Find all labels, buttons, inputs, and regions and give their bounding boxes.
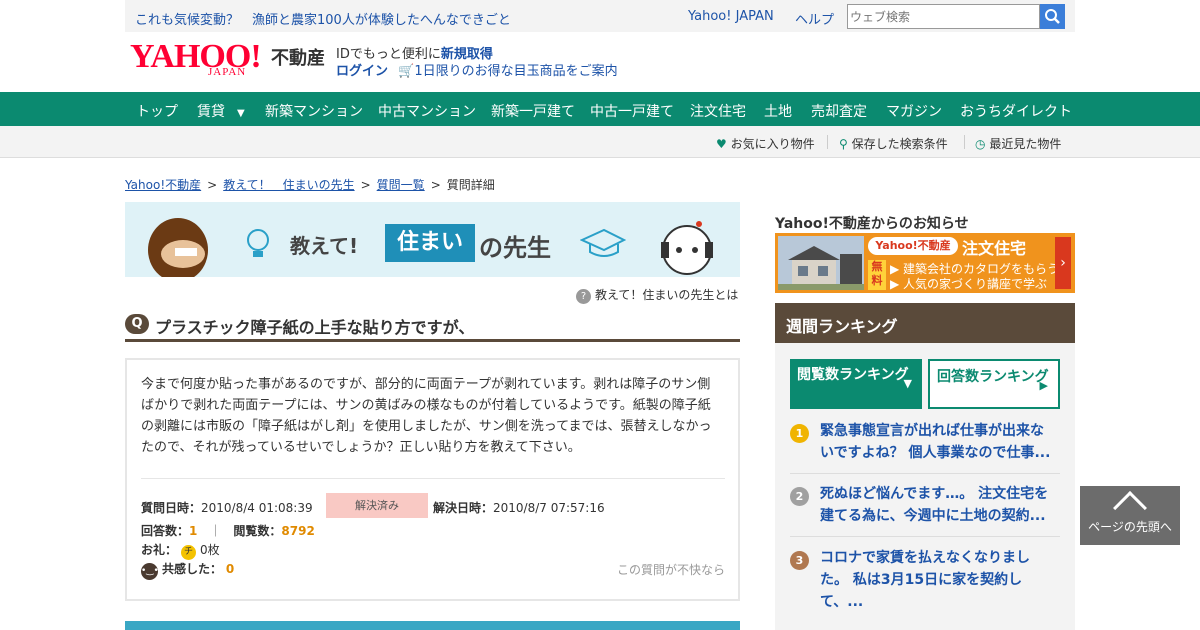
nav-ouchi-direct[interactable]: おうちダイレクト	[960, 101, 1072, 121]
coin-icon: チ	[181, 545, 197, 560]
yahoo-logo[interactable]: YAHOO! JAPAN	[130, 38, 266, 80]
service-name: 不動産	[271, 48, 325, 69]
graduation-cap-icon	[580, 228, 626, 257]
sub-nav: ♥ お気に入り物件 ⚲ 保存した検索条件 ◷ 最近見た物件	[0, 126, 1200, 158]
nav-top[interactable]: トップ	[136, 101, 178, 121]
tab-answer-ranking[interactable]: 回答数ランキング ▶	[928, 359, 1060, 409]
status-badge: 解決済み	[326, 493, 428, 518]
free-badge: 無料	[868, 260, 886, 290]
asked-date: 質問日時：2010/8/4 01:08:39	[141, 501, 313, 515]
ad-pill: Yahoo!不動産	[868, 237, 958, 255]
bulb-icon	[247, 229, 269, 257]
climate-link[interactable]: これも気候変動？	[135, 9, 239, 28]
news-title: Yahoo!不動産からのお知らせ	[775, 216, 969, 232]
heart-icon: ♥	[716, 137, 727, 151]
promo-link[interactable]: 🛒1日限りのお得な目玉商品をご案内	[398, 64, 617, 79]
search-save-icon: ⚲	[839, 137, 848, 151]
ranking-item-text[interactable]: 緊急事態宣言が出れば仕事が出来ないですよね？ 個人事業なので仕事...	[820, 420, 1055, 464]
nav-custom-house[interactable]: 注文住宅	[690, 101, 746, 121]
crumb-home[interactable]: Yahoo!不動産	[125, 178, 201, 192]
robot-mascot-icon	[661, 221, 713, 275]
fishermen-link[interactable]: 漁師と農家100人が体験したへんなできごと	[252, 9, 511, 28]
crumb-list[interactable]: 質問一覧	[377, 178, 425, 192]
yahoo-japan-link[interactable]: Yahoo! JAPAN	[688, 9, 774, 24]
caret-down-icon: ▼	[903, 377, 912, 390]
cart-icon: 🛒	[398, 64, 415, 79]
nav-used-house[interactable]: 中古一戸建て	[590, 101, 674, 121]
ranking-panel: 閲覧数ランキング ▼ 回答数ランキング ▶ 1 緊急事態宣言が出れば仕事が出来ないで…	[775, 343, 1075, 630]
back-to-top-button[interactable]: ページの先頭へ	[1080, 486, 1180, 545]
fav-link[interactable]: ♥ お気に入り物件	[716, 135, 815, 152]
search-icon	[1045, 9, 1060, 24]
nav-magazine[interactable]: マガジン	[886, 101, 942, 121]
empathy[interactable]: •‿• 共感した： 0	[141, 560, 234, 580]
help-link[interactable]: ヘルプ	[795, 9, 834, 28]
saved-search-link[interactable]: ⚲ 保存した検索条件	[839, 135, 948, 152]
nav-rent[interactable]: 賃貸 ▼	[197, 101, 245, 121]
question-title: Q プラスチック障子紙の上手な貼り方ですが、	[125, 312, 740, 342]
report-link[interactable]: この質問が不快なら	[617, 561, 725, 578]
monkey-mascot-icon	[148, 218, 208, 277]
recent-link[interactable]: ◷ 最近見た物件	[975, 135, 1061, 152]
tab-view-ranking[interactable]: 閲覧数ランキング ▼	[790, 359, 922, 409]
banner-house: 住まい	[385, 224, 475, 262]
sensei-banner[interactable]: 教えて! 住まい の先生	[125, 202, 740, 277]
top-utility-bar: これも気候変動？ 漁師と農家100人が体験したへんなできごと Yahoo! JA…	[125, 0, 1075, 32]
rank-number: 2	[790, 487, 809, 506]
ad-line-2: ▶ 人気の家づくり講座で学ぶ	[890, 277, 1048, 291]
banner-text-2: の先生	[479, 234, 551, 262]
reward: お礼：チ 0枚	[141, 541, 220, 560]
question-body: 今まで何度か貼った事があるのですが、部分的に両面テープが剥れています。剥れは障子…	[141, 377, 712, 455]
q-badge: Q	[125, 314, 149, 334]
face-icon: •‿•	[141, 563, 159, 580]
nav-land[interactable]: 土地	[764, 101, 792, 121]
answer-section-bar	[125, 621, 740, 630]
ad-heading: 注文住宅	[962, 239, 1027, 258]
crumb-current: 質問詳細	[446, 178, 495, 192]
nav-new-mansion[interactable]: 新築マンション	[265, 101, 363, 121]
help-icon: ?	[576, 289, 591, 304]
nav-new-house[interactable]: 新築一戸建て	[491, 101, 575, 121]
web-search-input[interactable]	[847, 4, 1040, 29]
banner-text-1: 教えて!	[290, 234, 359, 258]
ranking-item-text[interactable]: 死ぬほど悩んでます…。 注文住宅を建てる為に、今週中に土地の契約...	[820, 483, 1055, 527]
nav-sale-assessment[interactable]: 売却査定	[811, 101, 867, 121]
breadcrumb: Yahoo!不動産 > 教えて！ 住まいの先生 > 質問一覧 > 質問詳細	[125, 178, 495, 192]
ranking-title: 週間ランキング	[775, 303, 1075, 343]
question-box: 今まで何度か貼った事があるのですが、部分的に両面テープが剥れています。剥れは障子…	[125, 358, 740, 601]
solved-date: 解決日時：2010/8/7 07:57:16	[433, 501, 605, 515]
custom-house-ad[interactable]: Yahoo!不動産 注文住宅 無料 ▶ 建築会社のカタログをもらう ▶ 人気の家…	[775, 233, 1075, 293]
ranking-item-text[interactable]: コロナで家賃を払えなくなりました。 私は3月15日に家を契約して、...	[820, 547, 1055, 613]
dropdown-icon: ▼	[237, 108, 245, 119]
nav-used-mansion[interactable]: 中古マンション	[378, 101, 476, 121]
answer-view-counts: 回答数：1 ｜閲覧数：8792	[141, 524, 315, 538]
rank-number: 1	[790, 424, 809, 443]
clock-icon: ◷	[975, 137, 986, 151]
chevron-right-icon: ›	[1055, 237, 1071, 289]
question-title-text: プラスチック障子紙の上手な貼り方ですが、	[155, 318, 475, 337]
about-sensei-link[interactable]: ? 教えて！住まいの先生とは	[576, 286, 738, 304]
caret-right-icon: ▶	[1039, 379, 1048, 392]
global-nav: トップ 賃貸 ▼ 新築マンション 中古マンション 新築一戸建て 中古一戸建て 注文…	[0, 92, 1200, 126]
house-image	[778, 236, 864, 290]
rank-number: 3	[790, 551, 809, 570]
login-line: ログイン 🛒1日限りのお得な目玉商品をご案内	[336, 60, 618, 79]
search-button[interactable]	[1040, 4, 1065, 29]
crumb-sensei[interactable]: 教えて！ 住まいの先生	[223, 178, 354, 192]
login-link[interactable]: ログイン	[336, 64, 388, 79]
